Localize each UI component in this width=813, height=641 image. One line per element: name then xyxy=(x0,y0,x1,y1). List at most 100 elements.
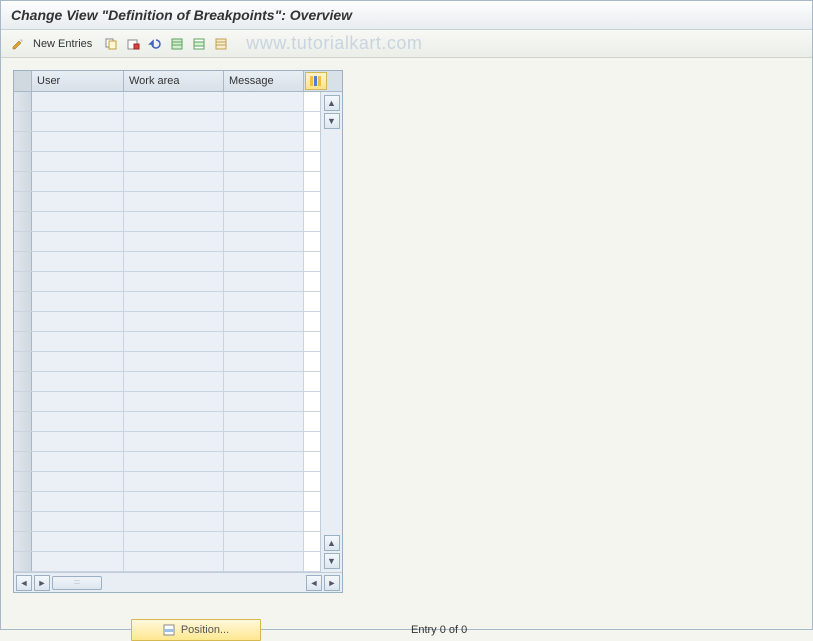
cell-work-area[interactable] xyxy=(124,512,224,531)
row-selector[interactable] xyxy=(14,412,32,431)
cell-message[interactable] xyxy=(224,412,304,431)
row-selector[interactable] xyxy=(14,352,32,371)
cell-user[interactable] xyxy=(32,392,124,411)
cell-user[interactable] xyxy=(32,412,124,431)
column-header-user[interactable]: User xyxy=(32,71,124,91)
cell-message[interactable] xyxy=(224,372,304,391)
cell-message[interactable] xyxy=(224,452,304,471)
row-selector[interactable] xyxy=(14,472,32,491)
cell-work-area[interactable] xyxy=(124,412,224,431)
cell-work-area[interactable] xyxy=(124,332,224,351)
cell-work-area[interactable] xyxy=(124,552,224,571)
table-row[interactable] xyxy=(14,312,320,332)
table-row[interactable] xyxy=(14,132,320,152)
column-header-work-area[interactable]: Work area xyxy=(124,71,224,91)
table-row[interactable] xyxy=(14,512,320,532)
scroll-left-button[interactable]: ◄ xyxy=(16,575,32,591)
cell-user[interactable] xyxy=(32,212,124,231)
row-selector[interactable] xyxy=(14,212,32,231)
cell-message[interactable] xyxy=(224,132,304,151)
cell-message[interactable] xyxy=(224,152,304,171)
cell-work-area[interactable] xyxy=(124,432,224,451)
scroll-left-inner-button[interactable]: ◄ xyxy=(306,575,322,591)
cell-user[interactable] xyxy=(32,452,124,471)
row-selector[interactable] xyxy=(14,92,32,111)
table-config-button[interactable] xyxy=(305,72,327,90)
cell-work-area[interactable] xyxy=(124,252,224,271)
row-selector[interactable] xyxy=(14,292,32,311)
cell-message[interactable] xyxy=(224,212,304,231)
scroll-up-bottom-button[interactable]: ▲ xyxy=(324,535,340,551)
copy-as-icon[interactable] xyxy=(102,35,120,53)
cell-message[interactable] xyxy=(224,392,304,411)
row-selector[interactable] xyxy=(14,172,32,191)
cell-message[interactable] xyxy=(224,92,304,111)
table-row[interactable] xyxy=(14,292,320,312)
cell-user[interactable] xyxy=(32,312,124,331)
cell-message[interactable] xyxy=(224,292,304,311)
cell-message[interactable] xyxy=(224,232,304,251)
table-row[interactable] xyxy=(14,92,320,112)
table-row[interactable] xyxy=(14,412,320,432)
table-row[interactable] xyxy=(14,272,320,292)
horizontal-scrollbar[interactable]: ◄ ► ::: ◄ ► xyxy=(14,572,342,592)
cell-user[interactable] xyxy=(32,252,124,271)
cell-work-area[interactable] xyxy=(124,372,224,391)
row-selector[interactable] xyxy=(14,132,32,151)
table-row[interactable] xyxy=(14,372,320,392)
scroll-right-inner-button[interactable]: ► xyxy=(34,575,50,591)
scroll-up-button[interactable]: ▲ xyxy=(324,95,340,111)
cell-work-area[interactable] xyxy=(124,232,224,251)
row-selector[interactable] xyxy=(14,192,32,211)
table-row[interactable] xyxy=(14,532,320,552)
select-block-icon[interactable] xyxy=(190,35,208,53)
row-selector[interactable] xyxy=(14,432,32,451)
cell-work-area[interactable] xyxy=(124,92,224,111)
cell-work-area[interactable] xyxy=(124,292,224,311)
cell-user[interactable] xyxy=(32,352,124,371)
cell-user[interactable] xyxy=(32,552,124,571)
cell-user[interactable] xyxy=(32,132,124,151)
cell-user[interactable] xyxy=(32,372,124,391)
row-selector[interactable] xyxy=(14,232,32,251)
cell-user[interactable] xyxy=(32,332,124,351)
cell-work-area[interactable] xyxy=(124,352,224,371)
table-row[interactable] xyxy=(14,332,320,352)
position-button[interactable]: Position... xyxy=(131,619,261,641)
row-selector[interactable] xyxy=(14,452,32,471)
vertical-scrollbar[interactable]: ▲ ▼ ▲ ▼ xyxy=(320,92,342,572)
cell-user[interactable] xyxy=(32,432,124,451)
scroll-down-bottom-button[interactable]: ▼ xyxy=(324,553,340,569)
cell-work-area[interactable] xyxy=(124,452,224,471)
table-row[interactable] xyxy=(14,392,320,412)
scroll-right-button[interactable]: ► xyxy=(324,575,340,591)
scroll-down-button[interactable]: ▼ xyxy=(324,113,340,129)
row-selector[interactable] xyxy=(14,532,32,551)
cell-user[interactable] xyxy=(32,292,124,311)
undo-change-icon[interactable] xyxy=(146,35,164,53)
table-row[interactable] xyxy=(14,192,320,212)
cell-user[interactable] xyxy=(32,172,124,191)
table-row[interactable] xyxy=(14,432,320,452)
hscroll-thumb[interactable]: ::: xyxy=(52,576,102,590)
cell-work-area[interactable] xyxy=(124,472,224,491)
cell-work-area[interactable] xyxy=(124,212,224,231)
table-row[interactable] xyxy=(14,212,320,232)
table-row[interactable] xyxy=(14,252,320,272)
table-row[interactable] xyxy=(14,472,320,492)
cell-work-area[interactable] xyxy=(124,152,224,171)
cell-message[interactable] xyxy=(224,532,304,551)
row-selector[interactable] xyxy=(14,492,32,511)
row-selector[interactable] xyxy=(14,372,32,391)
cell-message[interactable] xyxy=(224,312,304,331)
row-selector[interactable] xyxy=(14,312,32,331)
cell-message[interactable] xyxy=(224,552,304,571)
select-all-icon[interactable] xyxy=(168,35,186,53)
table-row[interactable] xyxy=(14,152,320,172)
table-row[interactable] xyxy=(14,552,320,572)
cell-message[interactable] xyxy=(224,192,304,211)
cell-user[interactable] xyxy=(32,472,124,491)
delete-icon[interactable] xyxy=(124,35,142,53)
cell-user[interactable] xyxy=(32,232,124,251)
cell-message[interactable] xyxy=(224,112,304,131)
